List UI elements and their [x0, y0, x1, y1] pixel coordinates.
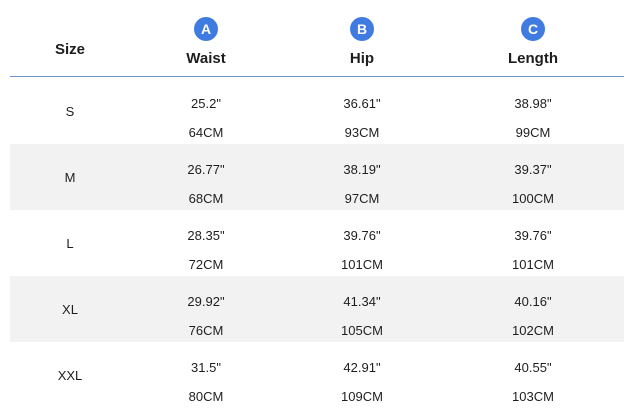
size-label: S: [65, 104, 75, 119]
waist-cm: 72CM: [188, 257, 224, 272]
length-cell: 38.98" 99CM: [442, 78, 624, 144]
length-cell: 40.55" 103CM: [442, 342, 624, 408]
length-cm: 102CM: [512, 323, 554, 338]
table-body: S 25.2" 64CM 36.61" 93CM 38.98" 99CM M 26.7…: [10, 78, 624, 408]
header-hip-column: B Hip: [282, 0, 442, 76]
table-row: XXL 31.5" 80CM 42.91" 109CM 40.55" 103CM: [10, 342, 624, 408]
table-row: S 25.2" 64CM 36.61" 93CM 38.98" 99CM: [10, 78, 624, 144]
length-inches: 40.16": [514, 294, 552, 309]
length-inches: 39.37": [514, 162, 552, 177]
length-inches: 38.98": [514, 96, 552, 111]
waist-inches: 25.2": [191, 96, 221, 111]
hip-inches: 38.19": [343, 162, 381, 177]
hip-cm: 101CM: [341, 257, 383, 272]
waist-cell: 26.77" 68CM: [130, 144, 282, 210]
size-cell: S: [10, 78, 130, 144]
header-length-column: C Length: [442, 0, 624, 76]
length-badge-icon: C: [521, 17, 545, 41]
waist-cell: 29.92" 76CM: [130, 276, 282, 342]
waist-cm: 76CM: [188, 323, 224, 338]
waist-inches: 29.92": [187, 294, 225, 309]
waist-cm: 64CM: [188, 125, 224, 140]
size-cell: XXL: [10, 342, 130, 408]
length-inches: 40.55": [514, 360, 552, 375]
table-row: M 26.77" 68CM 38.19" 97CM 39.37" 100CM: [10, 144, 624, 210]
size-label: L: [66, 236, 74, 251]
hip-inches: 39.76": [343, 228, 381, 243]
length-column-title: Length: [508, 50, 558, 67]
length-cm: 103CM: [512, 389, 554, 404]
size-cell: L: [10, 210, 130, 276]
waist-badge-icon: A: [194, 17, 218, 41]
waist-inches: 28.35": [187, 228, 225, 243]
waist-cm: 68CM: [188, 191, 224, 206]
length-cm: 99CM: [515, 125, 551, 140]
hip-inches: 41.34": [343, 294, 381, 309]
table-row: L 28.35" 72CM 39.76" 101CM 39.76" 101CM: [10, 210, 624, 276]
hip-cell: 38.19" 97CM: [282, 144, 442, 210]
hip-cm: 97CM: [344, 191, 380, 206]
hip-cm: 93CM: [344, 125, 380, 140]
waist-cm: 80CM: [188, 389, 224, 404]
length-cm: 101CM: [512, 257, 554, 272]
size-label: M: [64, 170, 76, 185]
size-cell: M: [10, 144, 130, 210]
waist-cell: 28.35" 72CM: [130, 210, 282, 276]
waist-cell: 31.5" 80CM: [130, 342, 282, 408]
hip-inches: 36.61": [343, 96, 381, 111]
hip-badge-icon: B: [350, 17, 374, 41]
header-size-column: Size: [10, 0, 130, 76]
size-label: XL: [62, 302, 78, 317]
table-header: Size A Waist B Hip C Length: [10, 0, 624, 76]
hip-cm: 109CM: [341, 389, 383, 404]
hip-cell: 39.76" 101CM: [282, 210, 442, 276]
table-row: XL 29.92" 76CM 41.34" 105CM 40.16" 102CM: [10, 276, 624, 342]
waist-cell: 25.2" 64CM: [130, 78, 282, 144]
header-waist-column: A Waist: [130, 0, 282, 76]
length-cell: 39.76" 101CM: [442, 210, 624, 276]
header-divider: [10, 76, 624, 77]
waist-column-title: Waist: [186, 50, 226, 67]
size-chart-table: Size A Waist B Hip C Length S 25.2" 64CM …: [10, 0, 624, 404]
hip-cell: 41.34" 105CM: [282, 276, 442, 342]
size-column-title: Size: [54, 41, 85, 58]
size-label: XXL: [57, 368, 83, 383]
hip-column-title: Hip: [349, 50, 375, 67]
hip-cell: 42.91" 109CM: [282, 342, 442, 408]
length-cell: 40.16" 102CM: [442, 276, 624, 342]
waist-inches: 31.5": [191, 360, 221, 375]
hip-cm: 105CM: [341, 323, 383, 338]
waist-inches: 26.77": [187, 162, 225, 177]
length-inches: 39.76": [514, 228, 552, 243]
length-cell: 39.37" 100CM: [442, 144, 624, 210]
size-cell: XL: [10, 276, 130, 342]
length-cm: 100CM: [512, 191, 554, 206]
hip-inches: 42.91": [343, 360, 381, 375]
hip-cell: 36.61" 93CM: [282, 78, 442, 144]
